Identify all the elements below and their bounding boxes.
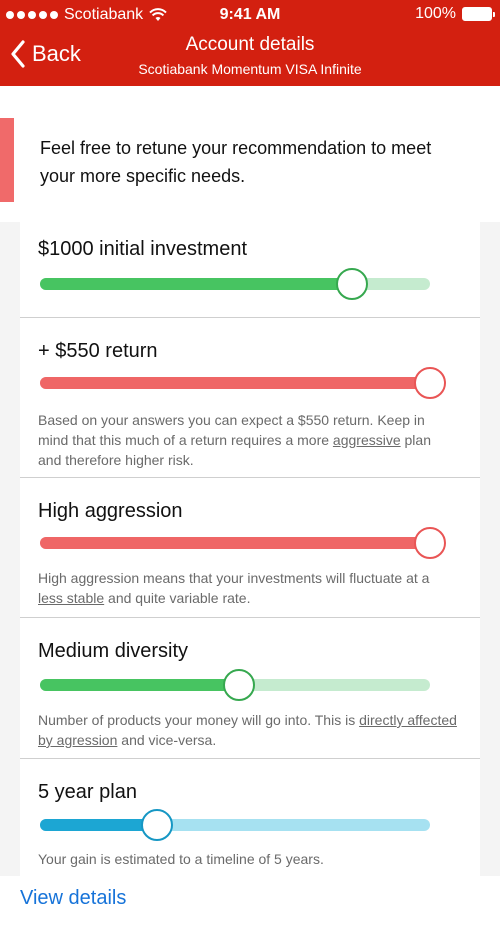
card-title: 5 year plan <box>38 781 137 803</box>
slider-thumb[interactable] <box>141 809 173 841</box>
card-title: Medium diversity <box>38 640 189 662</box>
content-area: Feel free to retune your recommendation … <box>0 86 500 937</box>
slider-thumb[interactable] <box>222 669 255 701</box>
card-diversity: Medium diversity Number of products your… <box>20 618 480 759</box>
return-slider[interactable] <box>40 367 446 399</box>
view-details-link[interactable]: View details <box>20 887 126 910</box>
status-bar: Scotiabank 9:41 AM 100% <box>0 0 500 32</box>
card-title: $1000 initial investment <box>38 238 248 260</box>
card-title: High aggression <box>38 500 183 522</box>
card-aggression: High aggression High aggression means th… <box>20 478 480 618</box>
navigation-header: Scotiabank 9:41 AM 100% Back Account det… <box>0 0 500 86</box>
footer: View details <box>0 876 500 937</box>
slider-fill <box>40 679 239 691</box>
card-return: + $550 return Based on your answers you … <box>20 318 480 478</box>
intro-text: Feel free to retune your recommendation … <box>40 138 432 186</box>
card-description: Your gain is estimated to a timeline of … <box>38 851 324 867</box>
slider-thumb[interactable] <box>414 527 446 559</box>
card-plan: 5 year plan Your gain is estimated to a … <box>20 759 480 876</box>
card-description: Based on your answers you can expect a $… <box>38 412 431 468</box>
slider-fill <box>40 278 352 290</box>
slider-fill <box>40 819 157 831</box>
page-title: Account details <box>185 34 315 55</box>
intro-panel: Feel free to retune your recommendation … <box>0 86 500 222</box>
less-stable-link[interactable]: less stable <box>38 590 104 606</box>
card-description: High aggression means that your investme… <box>38 570 430 606</box>
slider-thumb[interactable] <box>414 367 446 399</box>
intro-accent-bar <box>0 118 14 202</box>
slider-thumb[interactable] <box>336 268 368 300</box>
aggression-slider[interactable] <box>40 527 446 559</box>
slider-fill <box>40 537 430 549</box>
plan-slider[interactable] <box>40 809 430 841</box>
battery-icon <box>462 7 495 21</box>
card-initial-investment: $1000 initial investment <box>20 222 480 318</box>
diversity-slider[interactable] <box>40 669 430 701</box>
card-description: Number of products your money will go in… <box>38 712 457 748</box>
battery-percentage: 100% <box>415 5 456 22</box>
page-subtitle: Scotiabank Momentum VISA Infinite <box>138 61 362 77</box>
aggressive-link[interactable]: aggressive <box>333 432 401 448</box>
card-title: + $550 return <box>38 340 158 362</box>
slider-fill <box>40 377 430 389</box>
investment-slider[interactable] <box>40 268 430 300</box>
